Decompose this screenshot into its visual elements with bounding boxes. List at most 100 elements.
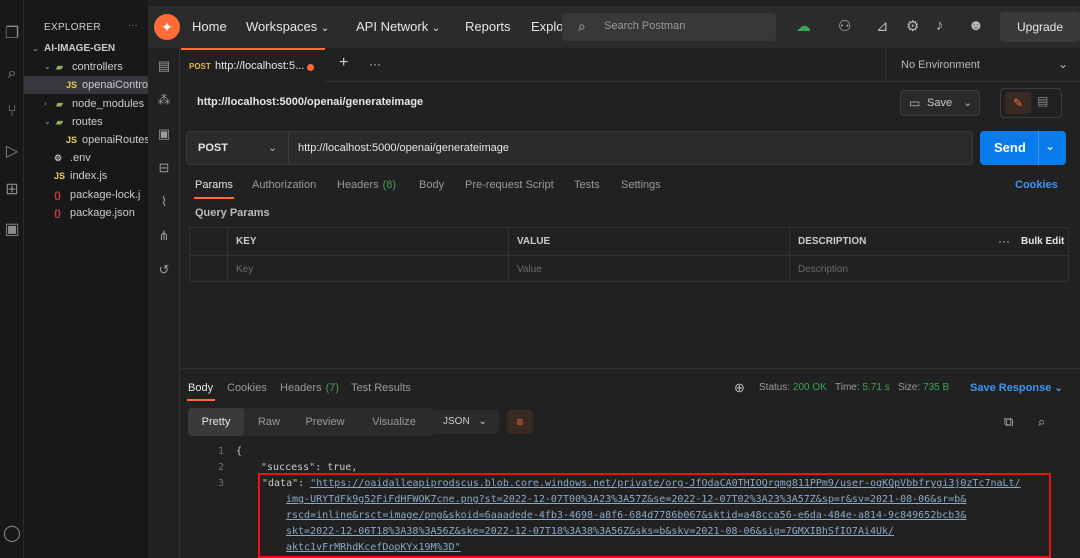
extensions-icon[interactable]: ⊞ — [2, 180, 22, 200]
upgrade-button[interactable]: Upgrade — [1000, 12, 1080, 42]
flows-icon[interactable]: ⋔ — [156, 228, 172, 244]
account-icon[interactable]: ◯ — [2, 524, 22, 544]
source-control-icon[interactable]: ⑂ — [2, 102, 22, 122]
divider — [1038, 131, 1039, 165]
tab-label: Test Results — [351, 382, 411, 394]
tree-item[interactable]: › ▰ node_modules — [24, 95, 148, 113]
bulk-edit-link[interactable]: Bulk Edit — [1021, 228, 1064, 255]
new-tab-plus-icon[interactable]: + — [339, 54, 348, 72]
send-button[interactable]: Send ⌄ — [980, 131, 1066, 165]
wrap-lines-icon[interactable]: ≡ — [507, 410, 533, 434]
language-select[interactable]: JSON ⌄ — [433, 410, 499, 434]
format-preview[interactable]: Preview — [294, 408, 356, 436]
format-visualize[interactable]: Visualize — [358, 408, 430, 436]
chevron-down-icon[interactable]: ⌄ — [268, 141, 277, 154]
environment-label: No Environment — [901, 59, 980, 71]
explorer-files-icon[interactable]: ❐ — [2, 24, 22, 44]
format-pretty[interactable]: Pretty — [188, 408, 244, 436]
globe-icon[interactable]: ⊕ — [734, 380, 745, 396]
nav-reports[interactable]: Reports — [465, 19, 511, 34]
folder-file-icon: ▰ — [56, 116, 63, 127]
response-tab-cookies[interactable]: Cookies — [227, 382, 267, 394]
explorer-more-icon[interactable]: ··· — [128, 20, 138, 31]
apis-icon[interactable]: ⁂ — [156, 92, 172, 108]
copy-icon[interactable]: ⧉ — [1004, 414, 1013, 430]
request-tab[interactable]: POST http://localhost:5... — [181, 48, 325, 82]
chevron-down-icon[interactable]: ⌄ — [1045, 139, 1055, 153]
environments-icon[interactable]: ▣ — [156, 126, 172, 142]
env-file-icon: ⚙ — [54, 153, 63, 164]
tree-item-label: .env — [70, 152, 91, 165]
response-tab-body[interactable]: Body — [188, 382, 213, 394]
monitors-icon[interactable]: ⌇ — [156, 194, 172, 210]
request-tab-params[interactable]: Params — [195, 179, 233, 191]
nav-home[interactable]: Home — [192, 19, 227, 34]
tree-item[interactable]: ⌄ ▰ routes — [24, 113, 148, 131]
postman-logo-icon[interactable]: ✦ — [154, 14, 180, 40]
tree-item[interactable]: JS openaiRoutes — [24, 131, 148, 149]
nav-api-network[interactable]: API Network ⌄ — [356, 19, 440, 34]
settings-gear-icon[interactable]: ⚙ — [906, 17, 919, 35]
time-value[interactable]: 5.71 s — [862, 382, 889, 393]
open-brace: { — [236, 446, 243, 457]
run-debug-icon[interactable]: ▷ — [2, 142, 22, 162]
search-icon[interactable]: ⌕ — [1038, 414, 1045, 430]
success-value: true, — [327, 462, 358, 473]
request-tab-settings[interactable]: Settings — [621, 179, 661, 191]
avatar[interactable]: ☻ — [968, 17, 984, 34]
cookies-link[interactable]: Cookies — [1015, 179, 1058, 191]
nav-workspaces-label: Workspaces — [246, 19, 318, 34]
response-tab-headers[interactable]: Headers (7) — [280, 382, 339, 394]
tree-item[interactable]: {} package.json — [24, 204, 148, 222]
size-value[interactable]: 735 B — [923, 382, 949, 393]
tree-item[interactable]: {} package-lock.j — [24, 186, 148, 204]
value-input[interactable]: Value — [509, 256, 790, 283]
request-tab-pre-request-script[interactable]: Pre-request Script — [465, 179, 554, 191]
tree-item[interactable]: JS index.js — [24, 167, 148, 185]
tree-item-label: openaiRoutes — [82, 134, 148, 146]
tab-more-icon[interactable]: ··· — [369, 57, 381, 71]
search-icon[interactable]: ⌕ — [2, 64, 22, 84]
response-divider[interactable] — [181, 368, 1080, 369]
key-input[interactable]: Key — [228, 256, 509, 283]
tree-item[interactable]: ⌄ ▰ controllers — [24, 58, 148, 76]
explorer-panel: EXPLORER ··· ⌄ AI-IMAGE-GEN ⌄ ▰ controllers J… — [24, 0, 148, 558]
table-more-icon[interactable]: ··· — [998, 228, 1010, 255]
format-raw[interactable]: Raw — [246, 408, 292, 436]
method-select[interactable]: POST — [198, 142, 228, 154]
environment-select[interactable]: No Environment ⌄ — [885, 48, 1080, 82]
response-tab-test-results[interactable]: Test Results — [351, 382, 411, 394]
invite-user-icon[interactable]: ⚇ — [838, 17, 851, 35]
notifications-bell-icon[interactable]: ♪ — [936, 17, 944, 34]
chevron-down-icon: ⌄ — [320, 23, 330, 34]
documentation-icon[interactable]: ▤ — [1037, 94, 1048, 108]
search-input[interactable]: ⌕ Search Postman — [562, 13, 776, 41]
save-response-button[interactable]: Save Response ⌄ — [970, 382, 1063, 394]
request-tab-tests[interactable]: Tests — [574, 179, 600, 191]
column-header-key: KEY — [228, 228, 509, 255]
save-button[interactable]: ▭ Save ⌄ — [900, 90, 980, 116]
tree-item[interactable]: ⌄ AI-IMAGE-GEN — [24, 40, 148, 58]
tree-item[interactable]: ⚙ .env — [24, 149, 148, 167]
request-tab-authorization[interactable]: Authorization — [252, 179, 316, 191]
mock-servers-icon[interactable]: ⊟ — [156, 160, 172, 176]
cloud-sync-icon[interactable]: ☁ — [796, 17, 811, 35]
tree-item[interactable]: JS openaiControl — [24, 76, 148, 95]
request-tab-body[interactable]: Body — [419, 179, 444, 191]
satellite-icon[interactable]: ⊿ — [876, 17, 889, 35]
response-body[interactable]: 1 2 3 { "success": true, "data": "https:… — [181, 440, 1080, 558]
request-tab-headers[interactable]: Headers (8) — [337, 179, 396, 191]
nav-explore[interactable]: Explo — [531, 19, 564, 34]
description-input[interactable]: Description — [790, 256, 1070, 283]
row-checkbox[interactable] — [190, 256, 228, 283]
collections-icon[interactable]: ▤ — [156, 58, 172, 74]
request-title[interactable]: http://localhost:5000/openai/generateima… — [197, 96, 423, 108]
url-input[interactable]: http://localhost:5000/openai/generateima… — [298, 142, 509, 154]
status-value[interactable]: 200 OK — [793, 382, 827, 393]
edit-pencil-icon[interactable]: ✎ — [1005, 92, 1031, 114]
status-text: Status: 200 OK Time: 5.71 s Size: 735 B — [759, 382, 949, 393]
nav-workspaces[interactable]: Workspaces ⌄ — [246, 19, 329, 34]
remote-explorer-icon[interactable]: ▣ — [2, 220, 22, 240]
history-icon[interactable]: ↺ — [156, 262, 172, 278]
chevron-down-icon: ⌄ — [431, 23, 441, 34]
